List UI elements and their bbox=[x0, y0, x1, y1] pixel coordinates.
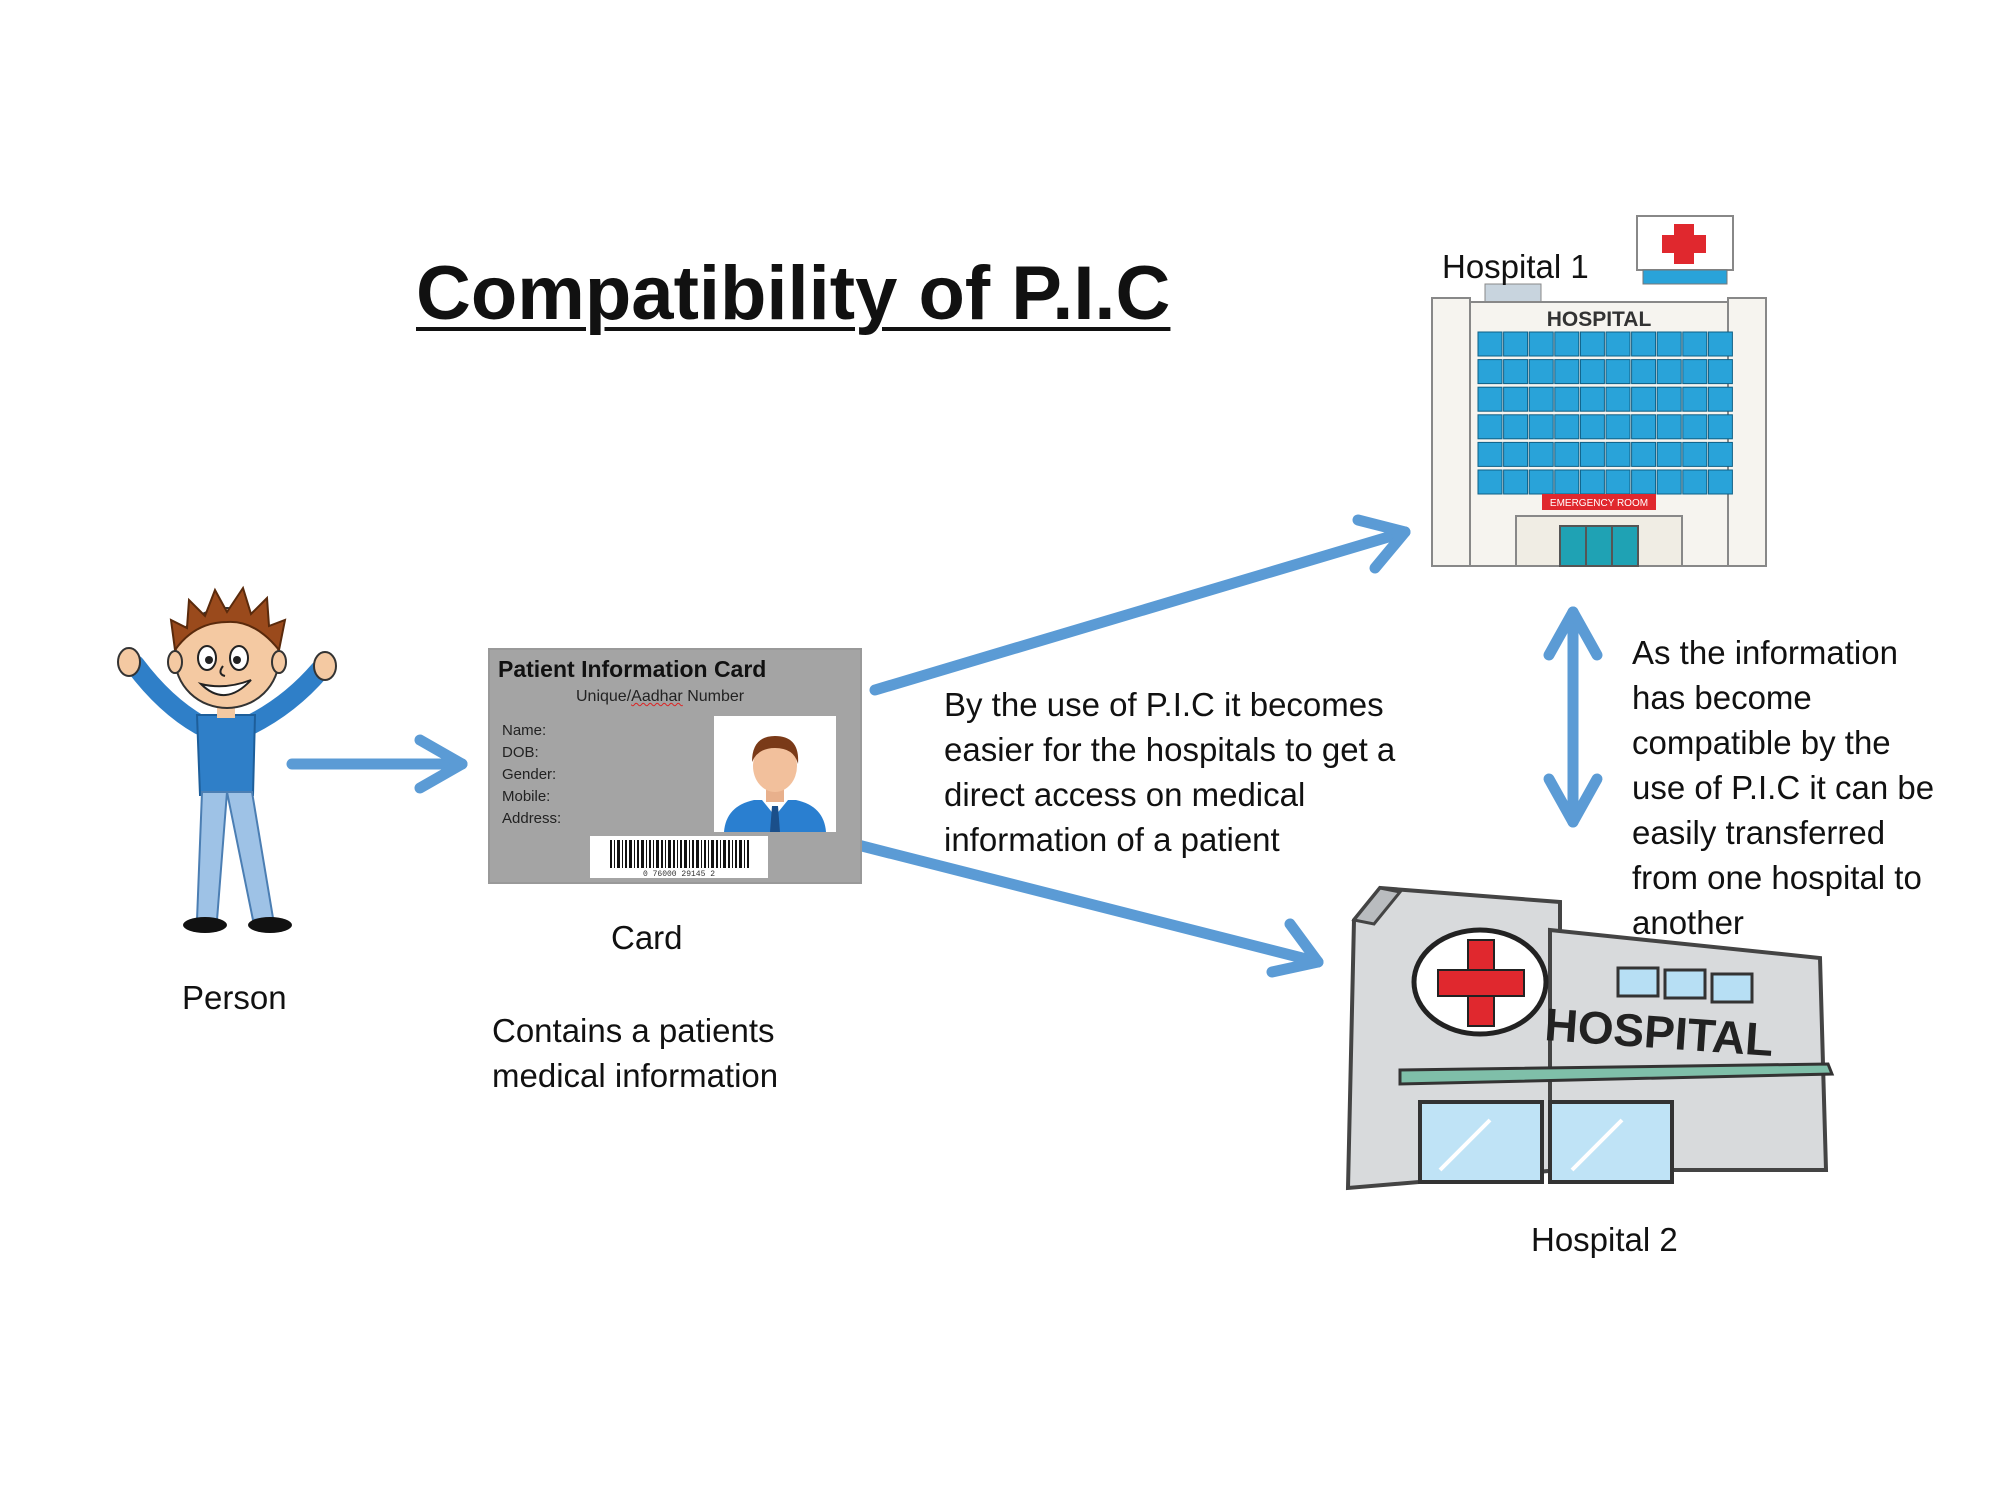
hospital1-window bbox=[1707, 359, 1733, 385]
card-subtitle-prefix: Unique/ bbox=[576, 688, 632, 705]
hospital1-window bbox=[1554, 441, 1580, 467]
arrow-hospital1-hospital2 bbox=[1543, 606, 1603, 828]
hospital1-window bbox=[1554, 469, 1580, 495]
hospital1-window bbox=[1605, 359, 1631, 385]
hospital1-window bbox=[1528, 441, 1554, 467]
hospital1-window bbox=[1605, 469, 1631, 495]
hospital1-window bbox=[1707, 414, 1733, 440]
hospital1-window bbox=[1631, 386, 1657, 412]
hospital1-window bbox=[1631, 331, 1657, 357]
hospital2-label: Hospital 2 bbox=[1531, 1221, 1678, 1258]
hospital1-window bbox=[1528, 469, 1554, 495]
hospital1-window bbox=[1631, 414, 1657, 440]
hospital1-window bbox=[1682, 441, 1708, 467]
card-subtitle: Unique/Aadhar Number bbox=[576, 688, 744, 706]
hospital1-window bbox=[1477, 359, 1503, 385]
hospital1-window bbox=[1631, 441, 1657, 467]
hospital1-window bbox=[1631, 359, 1657, 385]
card-label: Card bbox=[611, 919, 683, 956]
card-subtitle-aadhar: Aadhar bbox=[631, 688, 683, 705]
person-label: Person bbox=[182, 979, 287, 1016]
hospital1-window bbox=[1554, 414, 1580, 440]
arrow-card-to-hospital1 bbox=[869, 514, 1411, 696]
barcode-icon: 0 76000 29145 2 bbox=[610, 840, 749, 879]
card-field-name: Name: bbox=[502, 722, 547, 739]
hospital1-window bbox=[1682, 469, 1708, 495]
hospital1-window bbox=[1707, 469, 1733, 495]
hospital1-window bbox=[1682, 331, 1708, 357]
patient-photo bbox=[714, 716, 836, 832]
card-subtitle-suffix: Number bbox=[682, 688, 745, 705]
card-field-mobile: Mobile: bbox=[502, 788, 551, 805]
hospital1-window bbox=[1682, 386, 1708, 412]
hospital1-window bbox=[1477, 441, 1503, 467]
hospital1-window bbox=[1554, 359, 1580, 385]
barcode-number: 0 76000 29145 2 bbox=[643, 870, 715, 878]
hospital1-window bbox=[1579, 359, 1605, 385]
card-description: Contains a patients medical information bbox=[492, 1012, 779, 1094]
hospital1-window bbox=[1503, 386, 1529, 412]
hospital1-window bbox=[1528, 414, 1554, 440]
hospital1-window bbox=[1579, 386, 1605, 412]
hospital1-window bbox=[1528, 386, 1554, 412]
hospital1-window bbox=[1528, 331, 1554, 357]
hospital1-window bbox=[1528, 359, 1554, 385]
hospital1-window bbox=[1554, 331, 1580, 357]
hospital1-window bbox=[1656, 441, 1682, 467]
card-field-address: Address: bbox=[502, 810, 562, 827]
hospital1-window bbox=[1579, 414, 1605, 440]
hospital1-window bbox=[1477, 414, 1503, 440]
hospital1-window bbox=[1605, 386, 1631, 412]
hospital1-window bbox=[1503, 414, 1529, 440]
hospital1-window bbox=[1605, 441, 1631, 467]
hospital1-window bbox=[1579, 331, 1605, 357]
patient-information-card: Patient Information Card Unique/Aadhar N… bbox=[488, 648, 862, 884]
hospital1-window bbox=[1579, 441, 1605, 467]
hospital1-window bbox=[1579, 469, 1605, 495]
arrow-card-to-hospital2 bbox=[852, 839, 1324, 978]
barcode: 0 76000 29145 2 bbox=[590, 836, 768, 879]
hospital1-window bbox=[1503, 331, 1529, 357]
hospital1-emergency-label: EMERGENCY ROOM bbox=[1550, 498, 1648, 509]
hospital1-window bbox=[1656, 414, 1682, 440]
hospital1-window bbox=[1503, 469, 1529, 495]
access-description: By the use of P.I.C it becomes easier fo… bbox=[944, 686, 1396, 858]
hospital1-sign: HOSPITAL bbox=[1547, 308, 1652, 331]
doctor-avatar-icon bbox=[724, 736, 826, 832]
hospital1-window bbox=[1631, 469, 1657, 495]
card-field-dob: DOB: bbox=[502, 744, 539, 761]
hospital1-window bbox=[1605, 414, 1631, 440]
hospital1-window bbox=[1477, 469, 1503, 495]
hospital1-window bbox=[1477, 386, 1503, 412]
hospital1-window bbox=[1477, 331, 1503, 357]
hospital1-window bbox=[1707, 331, 1733, 357]
hospital1-window bbox=[1656, 386, 1682, 412]
hospital1-window bbox=[1682, 414, 1708, 440]
hospital1-window bbox=[1656, 359, 1682, 385]
hospital1-label: Hospital 1 bbox=[1442, 248, 1589, 285]
hospital1-window bbox=[1707, 386, 1733, 412]
hospital1-window bbox=[1656, 469, 1682, 495]
hospital2-building: HOSPITAL bbox=[1345, 885, 1835, 1191]
card-field-gender: Gender: bbox=[502, 766, 557, 783]
hospital1-window bbox=[1682, 359, 1708, 385]
card-title: Patient Information Card bbox=[498, 656, 767, 682]
hospital1-window bbox=[1707, 441, 1733, 467]
hospital1-window bbox=[1656, 331, 1682, 357]
hospital1-window bbox=[1554, 386, 1580, 412]
hospital1-window bbox=[1605, 331, 1631, 357]
hospital1-window bbox=[1503, 441, 1529, 467]
hospital1-window bbox=[1503, 359, 1529, 385]
person-illustration bbox=[117, 585, 337, 933]
